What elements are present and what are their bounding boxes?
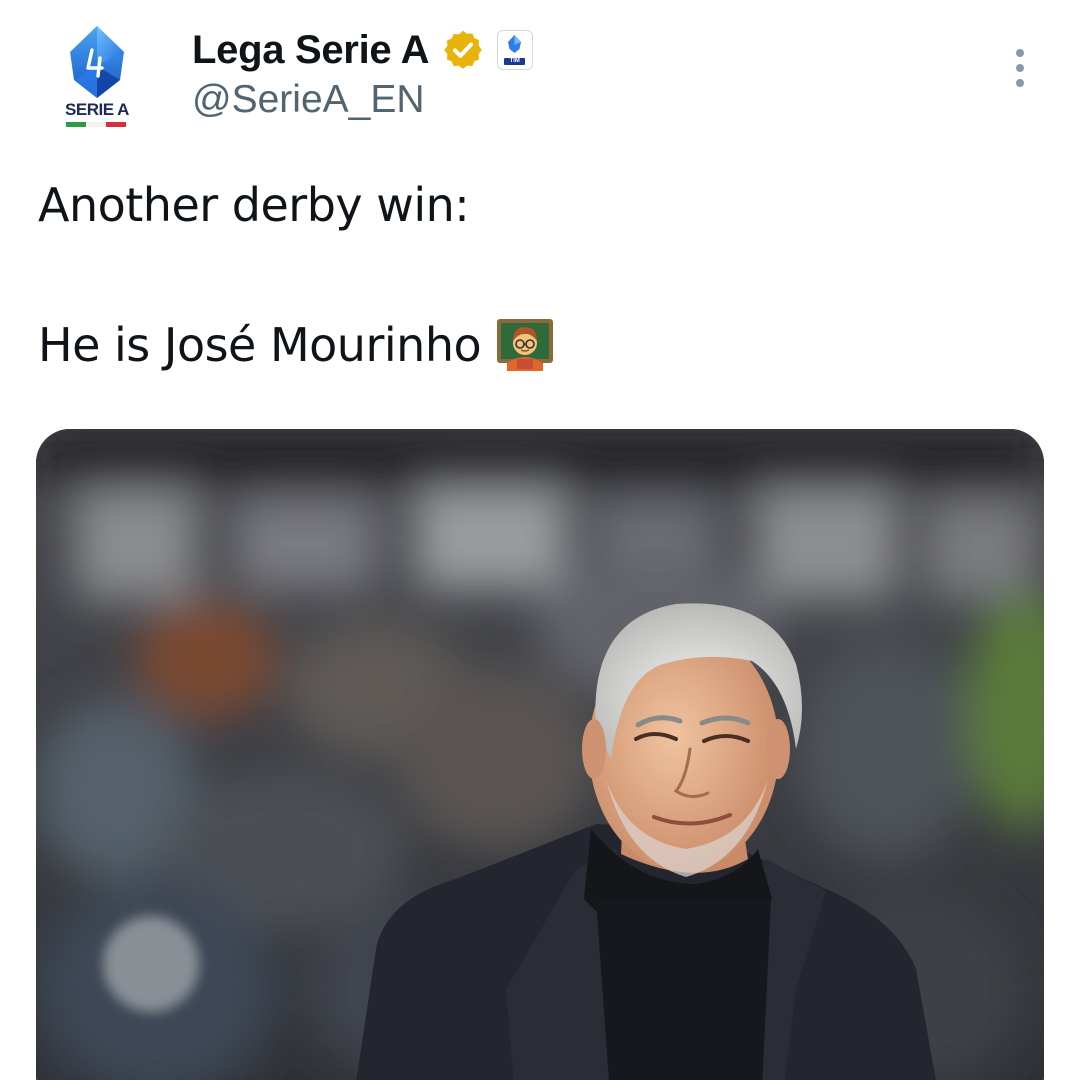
avatar-label: SERIE A <box>65 100 129 119</box>
serie-a-mini-logo-icon <box>508 35 522 53</box>
name-row: Lega Serie A TIM <box>192 22 534 78</box>
serie-a-logo-icon <box>70 26 124 98</box>
tweet-line-2: He is José Mourinho <box>38 318 482 372</box>
tweet-text: Another derby win: He is José Mourinho <box>38 170 1038 380</box>
tweet-card: SERIE A Lega Serie A TIM @SerieA_EN Anot… <box>0 0 1080 1080</box>
affiliate-tim-label: TIM <box>504 58 526 65</box>
more-vertical-icon <box>1016 49 1024 87</box>
affiliate-badge[interactable]: TIM <box>497 30 534 70</box>
more-options-button[interactable] <box>1004 46 1036 90</box>
tweet-media-photo[interactable] <box>36 429 1044 1080</box>
photo-image <box>36 429 1044 1080</box>
user-handle[interactable]: @SerieA_EN <box>192 78 425 122</box>
display-name[interactable]: Lega Serie A <box>192 28 430 73</box>
verified-check-icon[interactable] <box>441 28 485 72</box>
tweet-line-1: Another derby win: <box>38 178 470 232</box>
teacher-emoji-icon <box>497 319 554 371</box>
tweet-line-2-row: He is José Mourinho <box>38 310 1038 380</box>
avatar[interactable]: SERIE A <box>52 22 142 134</box>
italian-flag-stripe <box>66 122 126 127</box>
